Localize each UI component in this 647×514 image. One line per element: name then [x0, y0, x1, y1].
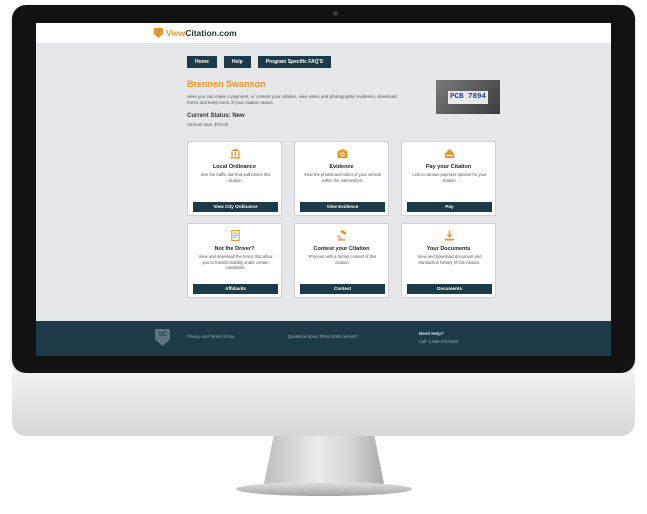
- pay-button[interactable]: Pay: [407, 202, 492, 212]
- photo-enforcement-questions-link[interactable]: Questions about Photo Enforcement?: [288, 334, 358, 339]
- webcam: [333, 11, 338, 16]
- card-pay-citation: Pay your Citation Link to various paymen…: [401, 141, 496, 216]
- documents-button[interactable]: Documents: [407, 284, 492, 294]
- license-plate-text: PCB 7894: [448, 91, 488, 104]
- card-title: Local Ordinance: [212, 164, 257, 170]
- view-city-ordinance-button[interactable]: View City Ordinance: [193, 202, 278, 212]
- license-plate-photo[interactable]: PCB 7894: [436, 80, 500, 114]
- payment-icon: [444, 148, 455, 159]
- privacy-terms-link[interactable]: Privacy and Terms of Use: [187, 334, 235, 339]
- home-button[interactable]: Home: [187, 56, 217, 68]
- amount-due: Amount Due: $75.00: [187, 122, 229, 127]
- footer: VC Privacy and Terms of Use Questions ab…: [36, 321, 611, 356]
- document-icon: [231, 230, 240, 241]
- logo-suffix: Citation.com: [185, 28, 237, 38]
- card-description: See the traffic law that authorizes this…: [200, 172, 271, 183]
- monitor-base: [236, 482, 412, 496]
- logo-prefix: View: [166, 28, 186, 38]
- download-icon: [444, 230, 455, 241]
- card-title: Your Documents: [426, 246, 471, 252]
- contest-button[interactable]: Contest: [300, 284, 385, 294]
- card-title: Pay your Citation: [425, 164, 472, 170]
- gavel-icon: [337, 230, 347, 241]
- card-title: Not the Driver?: [214, 246, 255, 252]
- card-contest-citation: Contest your Citation Proceed with a for…: [294, 223, 389, 298]
- affidavits-button[interactable]: Affidavits: [193, 284, 278, 294]
- card-evidence: Evidence View the photos and video of yo…: [294, 141, 389, 216]
- card-description: Link to various payment options for your…: [412, 172, 487, 183]
- card-your-documents: Your Documents View and download documen…: [401, 223, 496, 298]
- logo-text: ViewCitation.com: [166, 28, 237, 38]
- card-description: Proceed with a formal contest of this ci…: [308, 254, 377, 265]
- intro-text: Here you can make a payment, or contest …: [187, 94, 397, 105]
- monitor-chin: [12, 373, 635, 436]
- site-logo[interactable]: ViewCitation.com: [154, 28, 237, 38]
- card-not-the-driver: Not the Driver? View and download the fo…: [187, 223, 282, 298]
- current-status: Current Status: New: [187, 113, 245, 119]
- card-title: Evidence: [329, 164, 354, 170]
- card-local-ordinance: Local Ordinance See the traffic law that…: [187, 141, 282, 216]
- shield-icon: [154, 28, 163, 38]
- monitor-stand: [264, 436, 384, 484]
- card-description: View and download the forms that allow y…: [198, 254, 273, 271]
- camera-icon: [337, 149, 348, 159]
- bank-icon: [230, 148, 241, 159]
- nav-bar: Home Help Program Specific FAQ'S: [187, 56, 332, 68]
- top-bar: ViewCitation.com: [36, 23, 611, 43]
- view-evidence-button[interactable]: View Evidence: [300, 202, 385, 212]
- screen: ViewCitation.com Home Help Program Speci…: [36, 23, 611, 356]
- citizen-name: Brennen Swanson: [187, 79, 266, 89]
- help-button[interactable]: Help: [223, 56, 251, 68]
- faq-button[interactable]: Program Specific FAQ'S: [257, 56, 332, 68]
- footer-logo: VC: [155, 329, 170, 346]
- help-phone[interactable]: Call: 1-855-376-6220: [419, 339, 458, 344]
- card-title: Contest your Citation: [313, 246, 370, 252]
- card-description: View the photos and video of your vehicl…: [303, 172, 382, 183]
- card-description: View and download document and transacti…: [417, 254, 482, 265]
- need-help-title: Need Help?: [419, 331, 444, 336]
